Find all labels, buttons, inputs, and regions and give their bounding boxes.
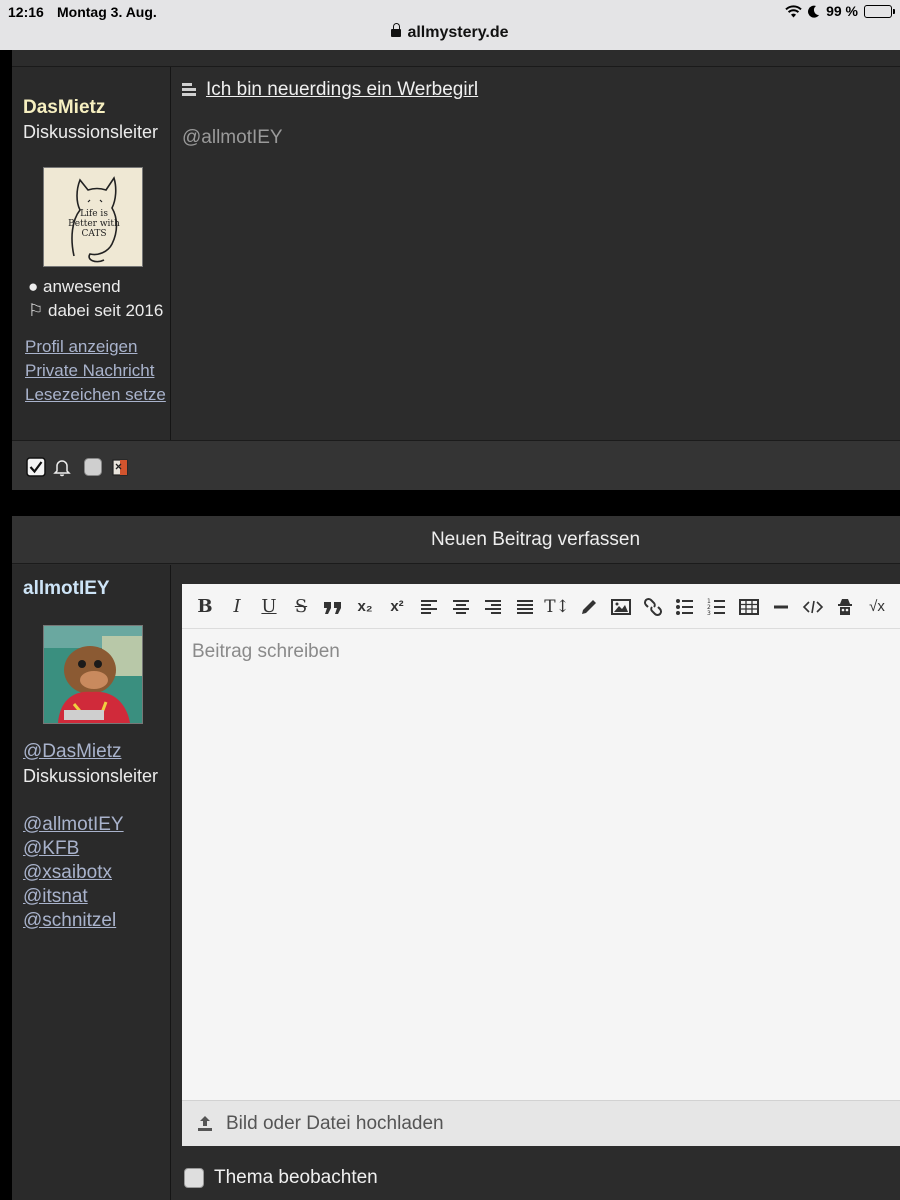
underline-button[interactable]: U [256,594,282,620]
avatar[interactable]: Life is Better with CATS [43,167,143,267]
post-editor: B I U S x₂ x² T↕ 1 2 3 √x Beitrag schrei… [182,584,900,1146]
link-icon[interactable] [640,594,666,620]
mention-link[interactable]: @KFB [23,838,79,860]
upload-label: Bild oder Datei hochladen [226,1113,444,1134]
editor-placeholder: Beitrag schreiben [192,641,340,662]
online-status-label: anwesend [43,277,121,296]
superscript-button[interactable]: x² [384,594,410,620]
watch-topic-toggle[interactable]: Thema beobachten [184,1167,378,1189]
status-right: 99 % [785,3,895,19]
cat-avatar-image: Life is Better with CATS [68,176,120,263]
thread-icon [182,82,196,98]
editor-toolbar: B I U S x₂ x² T↕ 1 2 3 √x [182,584,900,629]
mention-link[interactable]: @allmotIEY [23,814,124,836]
formula-button[interactable]: √x [864,594,890,620]
svg-text:Better with: Better with [68,219,120,229]
align-right-icon[interactable] [480,594,506,620]
post-author-name[interactable]: DasMietz [23,97,105,119]
battery-percent: 99 % [826,3,858,19]
address-bar[interactable]: allmystery.de [0,23,900,42]
table-icon[interactable] [736,594,762,620]
bold-button[interactable]: B [192,594,218,620]
italic-button[interactable]: I [224,594,250,620]
online-dot-icon: ● [28,277,39,296]
compose-sidebar: allmotIEY @DasMietz Diskussionsleiter @a… [12,565,171,1200]
svg-text:3: 3 [707,610,711,617]
bullet-list-icon[interactable] [672,594,698,620]
compose-author-name[interactable]: allmotIEY [23,578,110,600]
text-size-button[interactable]: T↕ [544,594,570,620]
post-body: @allmotIEY [182,127,283,148]
lock-icon [391,23,402,37]
align-left-icon[interactable] [416,594,442,620]
member-since: ⚐ dabei seit 2016 [28,301,163,321]
svg-text:CATS: CATS [81,229,106,239]
status-time: 12:16 [8,4,44,20]
battery-icon [864,4,895,18]
profile-link[interactable]: Profil anzeigen [25,337,137,357]
forum-post: DasMietz Diskussionsleiter Life is Bette… [12,50,900,490]
post-textarea[interactable]: Beitrag schreiben [182,630,900,1100]
numbered-list-icon[interactable]: 1 2 3 [704,594,730,620]
subscript-button[interactable]: x₂ [352,594,378,620]
image-icon[interactable] [608,594,634,620]
mention-link[interactable]: @xsaibotx [23,862,112,884]
reply-to-mention[interactable]: @DasMietz [23,741,121,763]
quote-icon[interactable] [320,594,346,620]
report-icon[interactable] [111,457,131,477]
compose-header: Neuen Beitrag verfassen [12,516,900,564]
status-bar: 12:16 Montag 3. Aug. 99 % allmystery.de [0,0,900,50]
upload-icon [198,1116,212,1131]
upload-bar[interactable]: Bild oder Datei hochladen [182,1100,900,1146]
pencil-icon[interactable] [576,594,602,620]
member-since-label: dabei seit 2016 [47,301,164,320]
online-status: ● anwesend [28,277,121,297]
watch-label: Thema beobachten [214,1167,378,1188]
post-content: Ich bin neuerdings ein Werbegirl @allmot… [172,67,900,440]
post-title-text: Ich bin neuerdings ein Werbegirl [206,79,479,100]
horizontal-rule-icon[interactable] [768,594,794,620]
bell-icon[interactable] [52,457,72,477]
watch-checkbox[interactable] [184,1168,204,1188]
post-author-rank: Diskussionsleiter [23,122,159,142]
checkmark-icon[interactable] [26,457,46,477]
flag-icon: ⚐ [28,301,44,320]
avatar[interactable] [43,625,143,724]
post-footer [12,440,900,490]
compose-header-title: Neuen Beitrag verfassen [430,529,641,550]
url-text: allmystery.de [407,24,509,41]
post-author-sidebar: DasMietz Diskussionsleiter Life is Bette… [12,67,171,440]
wifi-icon [785,4,802,17]
private-message-link[interactable]: Private Nachricht [25,361,154,381]
mention-link[interactable]: @schnitzel [23,910,116,932]
alf-avatar-image [44,626,142,723]
code-icon[interactable] [800,594,826,620]
post-title[interactable]: Ich bin neuerdings ein Werbegirl [182,79,478,101]
align-justify-icon[interactable] [512,594,538,620]
compose-panel: Neuen Beitrag verfassen allmotIEY @DasMi… [12,516,900,1200]
svg-text:Life is: Life is [80,209,108,219]
mention-link[interactable]: @itsnat [23,886,88,908]
strikethrough-button[interactable]: S [288,594,314,620]
bookmark-link[interactable]: Lesezeichen setze [25,385,166,405]
select-box-icon[interactable] [83,457,103,477]
align-center-icon[interactable] [448,594,474,620]
post-top-strip [12,50,900,67]
reply-to-rank: Diskussionsleiter [23,766,159,786]
moon-icon [808,5,820,18]
spoiler-icon[interactable] [832,594,858,620]
status-date: Montag 3. Aug. [57,4,157,20]
